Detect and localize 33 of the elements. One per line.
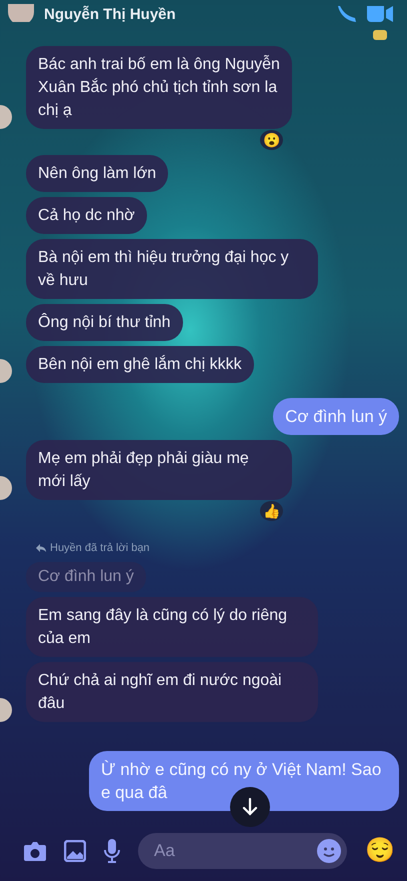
reply-label: Huyền đã trả lời bạn	[36, 540, 407, 556]
message-bubble: Bà nội em thì hiệu trưởng đại học y về hưu	[26, 239, 318, 299]
camera-icon[interactable]	[24, 840, 46, 860]
avatar	[0, 105, 12, 129]
avatar[interactable]	[8, 4, 34, 22]
message-input[interactable]: Aa	[152, 836, 317, 864]
video-icon[interactable]	[367, 6, 393, 22]
avatar	[0, 698, 12, 722]
message-bubble: Ừ nhờ e cũng có ny ở Việt Nam! Sao e qua đâ	[89, 750, 399, 810]
avatar	[0, 476, 12, 500]
reaction-emoji: 😮	[260, 130, 283, 150]
quick-emoji-button[interactable]: 😌	[365, 832, 395, 868]
reaction-emoji: 👍	[260, 501, 283, 521]
message-bubble: Bác anh trai bố em là ông Nguyễn Xuân Bắc phó chủ tịch tỉnh sơn la chị ạ	[26, 46, 292, 129]
message-bubble: Em sang đây là cũng có lý do riêng của em	[26, 596, 318, 656]
reply-icon	[36, 544, 46, 552]
image-icon[interactable]	[64, 840, 86, 862]
message-bubble: Cả họ dc nhờ	[26, 197, 147, 234]
seen-avatar-icon	[373, 30, 387, 40]
message-bubble: Bên nội em ghê lắm chị kkkk	[26, 346, 254, 383]
message-field[interactable]: Aa	[138, 832, 347, 868]
microphone-icon[interactable]	[104, 838, 120, 862]
message-bubble: Mẹ em phải đẹp phải giàu mẹ mới lấy	[26, 440, 292, 500]
avatar	[0, 359, 12, 383]
message-bubble: Chứ chả ai nghĩ em đi nước ngoài đâu	[26, 662, 318, 722]
message-bubble: Nên ông làm lớn	[26, 155, 168, 192]
emoji-icon[interactable]	[317, 838, 341, 862]
message-bubble: Cơ đình lun ý	[273, 398, 399, 435]
message-bubble: Ông nội bí thư tỉnh	[26, 304, 183, 341]
phone-icon[interactable]	[337, 6, 357, 22]
arrow-down-icon	[242, 798, 258, 816]
contact-name[interactable]: Nguyễn Thị Huyền	[44, 7, 327, 22]
quoted-message: Cơ đình lun ý	[26, 562, 146, 592]
